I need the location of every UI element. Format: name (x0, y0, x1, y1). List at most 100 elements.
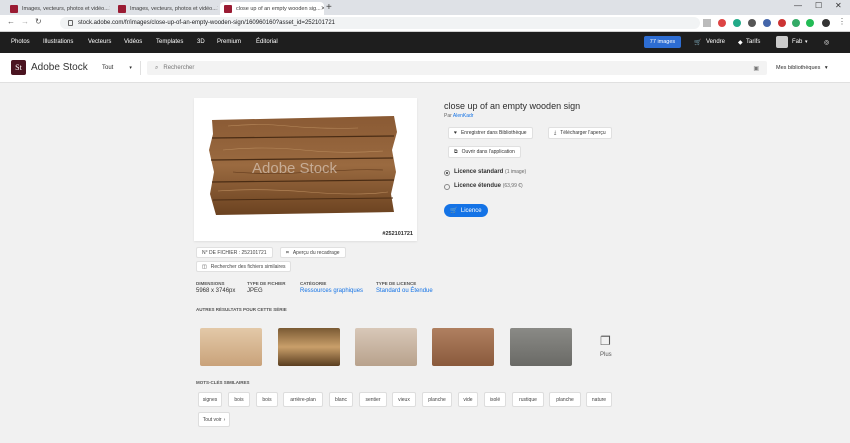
nav-photos[interactable]: Photos (11, 39, 30, 45)
license-standard-radio[interactable] (444, 170, 450, 176)
series-thumb[interactable] (200, 328, 262, 366)
close-icon[interactable]: ✕ (217, 5, 218, 12)
chevron-right-icon: › (223, 416, 226, 423)
series-thumb[interactable] (510, 328, 572, 366)
reload-icon[interactable]: ↻ (35, 17, 42, 26)
keyword-tag[interactable]: bois (256, 392, 278, 407)
more-series-button[interactable]: ❐ Plus (587, 328, 627, 366)
extension-icon[interactable] (806, 19, 814, 27)
libraries-button[interactable]: Mes bibliothèques ▾ (776, 65, 828, 71)
keyword-tag[interactable]: bois (228, 392, 250, 407)
maximize-icon[interactable]: ☐ (815, 1, 822, 10)
chevron-down-icon: ▾ (129, 65, 132, 71)
chevron-down-icon: ▾ (824, 65, 828, 71)
new-tab-icon[interactable]: + (326, 2, 332, 13)
crop-preview-label: Aperçu du recadrage (292, 249, 340, 256)
lock-icon (68, 20, 73, 26)
license-extended-radio[interactable] (444, 184, 450, 190)
user-name[interactable]: Fab (792, 39, 802, 45)
browser-tab-2[interactable]: Images, vecteurs, photos et vidéo... ✕ (114, 2, 218, 15)
profile-icon[interactable] (822, 19, 830, 27)
url-field[interactable]: stock.adobe.com/fr/images/close-up-of-an… (60, 17, 700, 29)
browser-tab-3[interactable]: close up of an empty wooden sig... ✕ (220, 2, 324, 15)
extension-icon[interactable] (718, 19, 726, 27)
extension-icon[interactable] (733, 19, 741, 27)
crop-preview-button[interactable]: ⌗ Aperçu du recadrage (280, 247, 346, 258)
see-all-tags-button[interactable]: Tout voir › (198, 412, 230, 427)
images-quota-button[interactable]: 77 images (644, 36, 681, 48)
stock-topnav: Photos Illustrations Vecteurs Vidéos Tem… (0, 32, 850, 53)
nav-illustrations[interactable]: Illustrations (43, 39, 73, 45)
logo-text[interactable]: Adobe Stock (31, 62, 88, 73)
extension-icon[interactable] (792, 19, 800, 27)
adobe-stock-logo[interactable]: St (11, 60, 26, 75)
close-window-icon[interactable]: ✕ (835, 1, 842, 10)
file-number: N° DE FICHIER : 252101721 (202, 249, 267, 256)
menu-icon[interactable]: ⋮ (838, 17, 846, 26)
search-type-dropdown[interactable]: Tout ▾ (97, 61, 141, 75)
license-extended-label[interactable]: Licence étendue (63,99 €) (454, 183, 523, 189)
search-input[interactable]: ⌕ Rechercher ▣ (147, 61, 767, 75)
nav-tarifs[interactable]: Tarifs (746, 39, 760, 45)
find-similar-button[interactable]: ◫ Rechercher des fichiers similaires (196, 261, 292, 272)
browser-tab-1[interactable]: Images, vecteurs, photos et vidéo... ✕ (6, 2, 110, 15)
open-app-label: Ouvrir dans l'application (461, 149, 515, 155)
extension-icon[interactable] (763, 19, 771, 27)
licensetype-link[interactable]: Standard ou Étendue (376, 288, 433, 294)
back-icon[interactable]: ← (7, 17, 15, 26)
close-icon[interactable]: ✕ (109, 5, 110, 12)
nav-editorial[interactable]: Éditorial (256, 39, 278, 45)
keyword-tag[interactable]: planche (549, 392, 581, 407)
series-thumb[interactable] (432, 328, 494, 366)
keyword-tag[interactable]: vieux (392, 392, 416, 407)
stack-icon: ❐ (600, 334, 611, 348)
download-preview-button[interactable]: ⤓ Télécharger l'aperçu (548, 127, 612, 139)
tab-title: close up of an empty wooden sig... (236, 5, 321, 12)
license-button[interactable]: 🛒 Licence (444, 204, 488, 217)
nav-3d[interactable]: 3D (197, 39, 205, 45)
nav-templates[interactable]: Templates (156, 39, 183, 45)
licensetype-label: TYPE DE LICENCE (376, 281, 417, 286)
star-icon[interactable] (703, 19, 711, 27)
nav-premium[interactable]: Premium (217, 39, 241, 45)
keyword-tag[interactable]: nature (586, 392, 612, 407)
keyword-tag[interactable]: arrière-plan (283, 392, 323, 407)
camera-icon[interactable]: ▣ (753, 65, 759, 72)
nav-vendre[interactable]: Vendre (706, 39, 725, 45)
category-link[interactable]: Ressources graphiques (300, 288, 363, 294)
forward-icon[interactable]: → (21, 17, 29, 26)
asset-preview[interactable]: Adobe Stock #252101721 (194, 98, 417, 241)
save-library-button[interactable]: ♥ Enregistrer dans Bibliothèque (448, 127, 533, 139)
keyword-tag[interactable]: blanc (329, 392, 353, 407)
extension-icon[interactable] (778, 19, 786, 27)
keyword-tag[interactable]: signes (198, 392, 222, 407)
keyword-tag[interactable]: vide (458, 392, 478, 407)
nav-videos[interactable]: Vidéos (124, 39, 142, 45)
search-placeholder: Rechercher (163, 65, 195, 71)
minimize-icon[interactable]: — (794, 1, 802, 10)
keyword-tag[interactable]: sentier (359, 392, 387, 407)
adobe-favicon-icon (118, 4, 126, 13)
asset-id: #252101721 (382, 231, 413, 237)
open-app-button[interactable]: ⧉ Ouvrir dans l'application (448, 146, 521, 158)
avatar[interactable] (776, 36, 788, 48)
license-standard-text: Licence standard (454, 169, 504, 175)
chat-icon[interactable]: ◎ (824, 39, 829, 46)
address-bar: ← → ↻ stock.adobe.com/fr/images/close-up… (0, 15, 850, 32)
keyword-tag[interactable]: isolé (484, 392, 506, 407)
license-standard-label[interactable]: Licence standard (1 image) (454, 169, 526, 175)
keyword-tag[interactable]: rustique (512, 392, 544, 407)
author-link[interactable]: AlenKadr (453, 113, 474, 119)
series-thumb[interactable] (278, 328, 340, 366)
keyword-tag[interactable]: planche (422, 392, 452, 407)
chevron-down-icon[interactable]: ▾ (805, 39, 808, 45)
see-all-label: Tout voir (202, 416, 222, 423)
series-thumb[interactable] (355, 328, 417, 366)
find-similar-label: Rechercher des fichiers similaires (210, 263, 286, 270)
nav-vecteurs[interactable]: Vecteurs (88, 39, 111, 45)
close-icon[interactable]: ✕ (321, 5, 324, 12)
extension-icon[interactable] (748, 19, 756, 27)
cart-icon[interactable]: 🛒 (694, 39, 701, 46)
heart-icon: ♥ (454, 130, 457, 136)
filetype-label: TYPE DE FICHIER (247, 281, 286, 286)
